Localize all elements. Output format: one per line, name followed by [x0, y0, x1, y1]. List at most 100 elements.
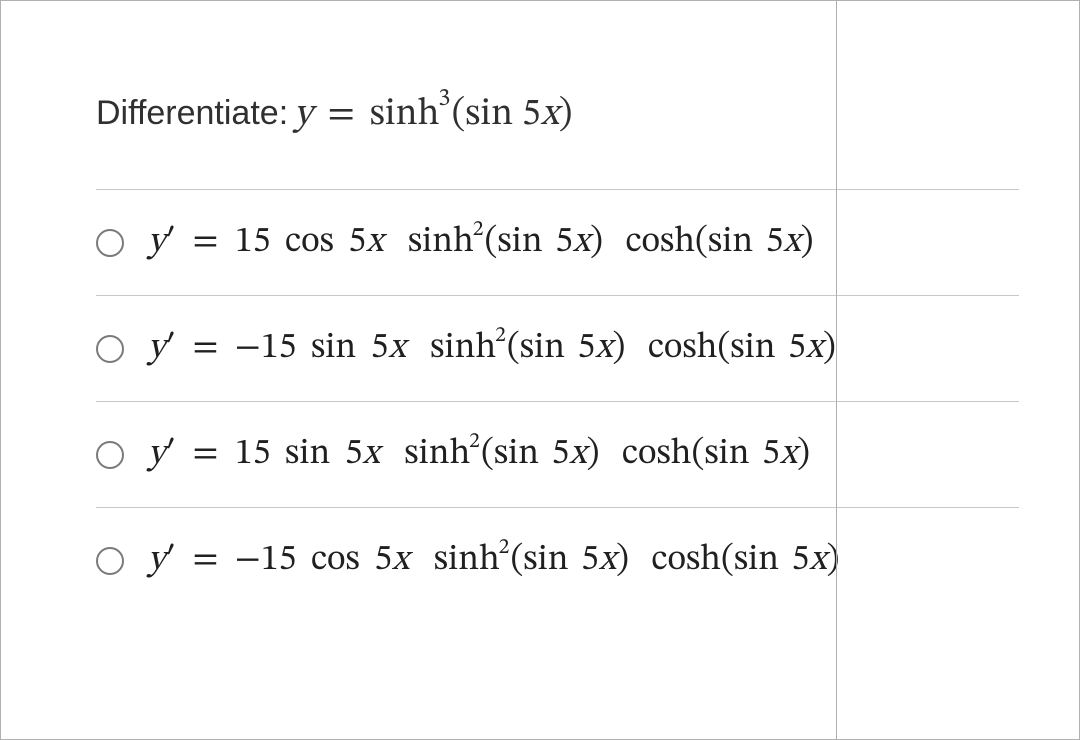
x2: x	[599, 542, 616, 578]
coef: 15	[235, 436, 271, 472]
equals: =	[193, 224, 219, 260]
x3: x	[806, 330, 823, 366]
option-a[interactable]: y′ = 15 cos 5x sinh2(sin 5x) cosh(sin 5x…	[96, 189, 1019, 295]
sinh: sinh	[408, 224, 474, 260]
coef: −15	[235, 542, 297, 578]
paren-close2: )	[797, 436, 810, 472]
five3: 5	[762, 436, 780, 472]
pow2: 2	[499, 538, 510, 559]
paren-close: )	[616, 542, 629, 578]
sin-fn: sin	[465, 96, 513, 134]
five2: 5	[581, 542, 599, 578]
x3: x	[809, 542, 826, 578]
power-3: 3	[438, 86, 450, 111]
paren2: (	[717, 330, 730, 366]
prime: ′	[165, 224, 176, 260]
sin: sin	[497, 224, 542, 260]
paren: (	[481, 436, 494, 472]
vertical-divider	[836, 1, 837, 739]
paren-close2: )	[801, 224, 814, 260]
option-b-expr: y′ = −15 sin 5x sinh2(sin 5x) cosh(sin 5…	[148, 326, 836, 371]
five2: 5	[552, 436, 570, 472]
cosh: cosh	[648, 330, 718, 366]
x2: x	[573, 224, 590, 260]
five: 5	[371, 330, 389, 366]
radio-icon[interactable]	[96, 229, 124, 257]
cosh: cosh	[622, 436, 692, 472]
quiz-card: Differentiate: y = sinh3(sin 5x) y′ = 15…	[0, 0, 1080, 740]
x3: x	[780, 436, 797, 472]
var-y: y	[148, 224, 165, 260]
question-prompt: Differentiate: y = sinh3(sin 5x)	[1, 1, 1079, 189]
trig: cos	[285, 224, 334, 260]
trig: sin	[285, 436, 330, 472]
five: 5	[348, 224, 366, 260]
sin: sin	[494, 436, 539, 472]
sinh: sinh	[430, 330, 496, 366]
x: x	[392, 542, 409, 578]
five2: 5	[555, 224, 573, 260]
radio-icon[interactable]	[96, 335, 124, 363]
x3: x	[783, 224, 800, 260]
option-c-expr: y′ = 15 sin 5x sinh2(sin 5x) cosh(sin 5x…	[148, 432, 810, 477]
radio-icon[interactable]	[96, 441, 124, 469]
paren-close: )	[559, 96, 573, 134]
paren: (	[485, 224, 498, 260]
var-y: y	[148, 330, 165, 366]
five3: 5	[792, 542, 810, 578]
prime: ′	[165, 542, 176, 578]
paren: (	[510, 542, 523, 578]
five: 5	[374, 542, 392, 578]
equals: =	[193, 330, 219, 366]
sin: sin	[523, 542, 568, 578]
paren-close2: )	[823, 330, 836, 366]
pow2: 2	[469, 432, 480, 453]
coef: −15	[235, 330, 297, 366]
paren2: (	[695, 224, 708, 260]
pow2: 2	[495, 326, 506, 347]
var-y: y	[148, 436, 165, 472]
question-math: y = sinh3(sin 5x)	[294, 91, 572, 139]
question-label: Differentiate:	[96, 94, 288, 133]
coef-5: 5	[522, 96, 541, 134]
paren-close2: )	[827, 542, 840, 578]
paren: (	[507, 330, 520, 366]
equals-sign: =	[327, 96, 354, 134]
pow2: 2	[473, 220, 484, 241]
option-c[interactable]: y′ = 15 sin 5x sinh2(sin 5x) cosh(sin 5x…	[96, 401, 1019, 507]
sin2: sin	[730, 330, 775, 366]
cosh: cosh	[625, 224, 695, 260]
x: x	[363, 436, 380, 472]
x2: x	[595, 330, 612, 366]
sinh-fn: sinh	[370, 96, 440, 134]
var-x: x	[541, 96, 559, 134]
x2: x	[569, 436, 586, 472]
five2: 5	[577, 330, 595, 366]
coef: 15	[235, 224, 271, 260]
option-d[interactable]: y′ = −15 cos 5x sinh2(sin 5x) cosh(sin 5…	[96, 507, 1019, 613]
paren-close: )	[590, 224, 603, 260]
x: x	[388, 330, 405, 366]
sin2: sin	[704, 436, 749, 472]
radio-icon[interactable]	[96, 547, 124, 575]
five3: 5	[788, 330, 806, 366]
sin: sin	[520, 330, 565, 366]
trig: cos	[311, 542, 360, 578]
option-d-expr: y′ = −15 cos 5x sinh2(sin 5x) cosh(sin 5…	[148, 538, 839, 583]
option-a-expr: y′ = 15 cos 5x sinh2(sin 5x) cosh(sin 5x…	[148, 220, 814, 265]
sin2: sin	[734, 542, 779, 578]
equals: =	[193, 542, 219, 578]
equals: =	[193, 436, 219, 472]
option-b[interactable]: y′ = −15 sin 5x sinh2(sin 5x) cosh(sin 5…	[96, 295, 1019, 401]
sin2: sin	[708, 224, 753, 260]
five3: 5	[766, 224, 784, 260]
paren-close: )	[613, 330, 626, 366]
sinh: sinh	[404, 436, 470, 472]
paren-close: )	[587, 436, 600, 472]
paren2: (	[721, 542, 734, 578]
prime: ′	[165, 436, 176, 472]
var-y: y	[294, 96, 312, 134]
paren-open: (	[452, 96, 466, 134]
cosh: cosh	[651, 542, 721, 578]
paren2: (	[691, 436, 704, 472]
